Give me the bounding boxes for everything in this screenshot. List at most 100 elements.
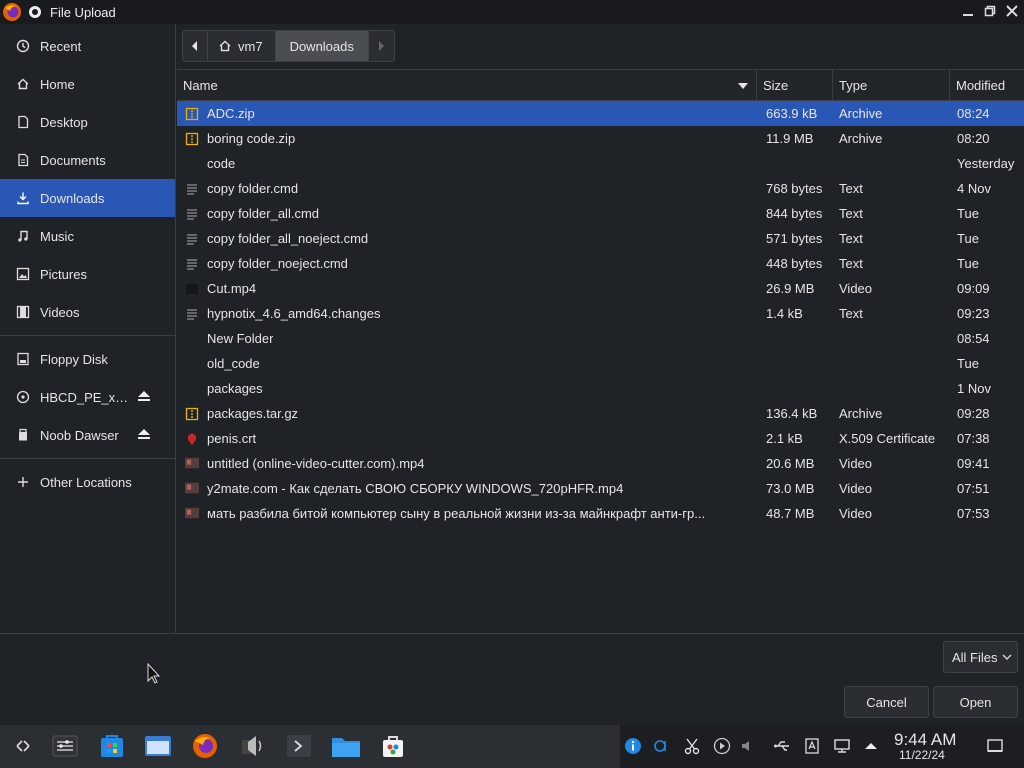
file-row[interactable]: ADC.zip 663.9 kB Archive 08:24: [177, 101, 1024, 126]
sidebar-item-desktop[interactable]: Desktop: [0, 103, 175, 141]
open-label: Open: [959, 694, 992, 710]
taskbar-firefox-button[interactable]: [190, 731, 220, 761]
file-name: penis.crt: [207, 431, 257, 446]
file-type: Archive: [839, 406, 883, 421]
tray-network-button[interactable]: [653, 737, 671, 755]
file-row[interactable]: copy folder_all.cmd 844 bytes Text Tue: [177, 201, 1024, 226]
clock-date[interactable]: 11/22/24: [899, 748, 945, 762]
sidebar-item-downloads[interactable]: Downloads: [0, 179, 175, 217]
file-type: Text: [839, 306, 863, 321]
sidebar-item-pictures[interactable]: Pictures: [0, 255, 175, 293]
file-type: Text: [839, 231, 863, 246]
clock-time[interactable]: 9:44 AM: [894, 730, 956, 750]
path-current-button[interactable]: Downloads: [275, 30, 369, 62]
firefox-icon: [3, 3, 21, 21]
column-header-type[interactable]: Type: [833, 70, 950, 100]
tray-volume-button[interactable]: [738, 737, 756, 755]
tray-screenshot-button[interactable]: [683, 737, 701, 755]
file-row[interactable]: copy folder.cmd 768 bytes Text 4 Nov: [177, 176, 1024, 201]
title-bar: File Upload: [0, 0, 1024, 24]
minimize-button[interactable]: [960, 2, 976, 20]
file-row[interactable]: packages 1 Nov: [177, 376, 1024, 401]
eject-icon[interactable]: [137, 428, 151, 440]
tray-info-button[interactable]: [624, 737, 642, 755]
file-type: Text: [839, 256, 863, 271]
file-name: hypnotix_4.6_amd64.changes: [207, 306, 381, 321]
sidebar-item-label: Noob Dawser: [40, 427, 119, 443]
file-size: 136.4 kB: [766, 406, 818, 421]
file-name-cell: copy folder_all.cmd: [177, 206, 757, 221]
taskbar-terminal-button[interactable]: [284, 731, 314, 761]
file-name-cell: Cut.mp4: [177, 281, 757, 296]
sort-down-icon: [738, 83, 748, 89]
file-name: old_code: [207, 356, 260, 371]
window-menu-icon[interactable]: [28, 5, 42, 19]
open-button[interactable]: Open: [933, 686, 1018, 718]
file-row[interactable]: packages.tar.gz 136.4 kB Archive 09:28: [177, 401, 1024, 426]
path-home-button[interactable]: vm7: [208, 30, 276, 62]
file-row[interactable]: мать разбила битой компьютер сыну в реал…: [177, 501, 1024, 526]
sidebar-item-other-locations[interactable]: Other Locations: [0, 463, 175, 501]
network-icon: [654, 740, 666, 752]
column-header-modified[interactable]: Modified: [950, 70, 1024, 100]
sidebar-item-hbcd[interactable]: HBCD_PE_x…: [0, 378, 175, 416]
column-header-size[interactable]: Size: [757, 70, 833, 100]
close-icon: [1006, 5, 1018, 17]
taskbar-store-button[interactable]: [97, 731, 127, 761]
taskbar-file-manager-button[interactable]: [143, 731, 173, 761]
file-row[interactable]: hypnotix_4.6_amd64.changes 1.4 kB Text 09:2…: [177, 301, 1024, 326]
file-size: 1.4 kB: [766, 306, 803, 321]
sidebar-item-documents[interactable]: Documents: [0, 141, 175, 179]
sidebar-item-noob-dawser[interactable]: Noob Dawser: [0, 416, 175, 454]
tray-media-button[interactable]: [713, 737, 731, 755]
back-button[interactable]: [182, 30, 208, 62]
tray-expand-button[interactable]: [862, 737, 880, 755]
file-row[interactable]: New Folder 08:54: [177, 326, 1024, 351]
sidebar-item-floppy-disk[interactable]: Floppy Disk: [0, 340, 175, 378]
file-row[interactable]: old_code Tue: [177, 351, 1024, 376]
forward-button[interactable]: [368, 30, 395, 62]
tray-usb-button[interactable]: [773, 737, 791, 755]
sidebar-item-home[interactable]: Home: [0, 65, 175, 103]
file-row[interactable]: copy folder_noeject.cmd 448 bytes Text Tue: [177, 251, 1024, 276]
text-file-icon: [185, 307, 199, 321]
file-name-cell: copy folder_noeject.cmd: [177, 256, 757, 271]
file-row[interactable]: untitled (online-video-cutter.com).mp4 20…: [177, 451, 1024, 476]
show-desktop-button[interactable]: [986, 737, 1004, 755]
file-modified: 07:51: [957, 481, 990, 496]
eject-icon[interactable]: [137, 390, 151, 402]
file-name: boring code.zip: [207, 131, 296, 146]
home-icon: [219, 40, 231, 52]
tray-clipboard-button[interactable]: [803, 737, 821, 755]
taskbar-folder-button[interactable]: [331, 731, 361, 761]
file-modified: 09:23: [957, 306, 990, 321]
taskbar-settings-button[interactable]: [50, 731, 80, 761]
file-row[interactable]: y2mate.com - Как сделать СВОЮ СБОРКУ WIN…: [177, 476, 1024, 501]
taskbar-software-center-button[interactable]: [378, 731, 408, 761]
cancel-button[interactable]: Cancel: [844, 686, 929, 718]
file-filter-select[interactable]: All Files: [943, 641, 1018, 673]
tray-display-button[interactable]: [833, 737, 851, 755]
column-header-name[interactable]: Name: [177, 70, 757, 100]
file-row[interactable]: code Yesterday: [177, 151, 1024, 176]
sidebar-item-recent[interactable]: Recent: [0, 27, 175, 65]
close-button[interactable]: [1004, 2, 1020, 20]
sidebar-item-music[interactable]: Music: [0, 217, 175, 255]
play-circle-icon: [713, 737, 731, 755]
sidebar-item-videos[interactable]: Videos: [0, 293, 175, 331]
text-file-icon: [185, 182, 199, 196]
file-row[interactable]: boring code.zip 11.9 MB Archive 08:20: [177, 126, 1024, 151]
file-name-cell: packages.tar.gz: [177, 406, 757, 421]
store-icon: [101, 735, 123, 757]
taskbar-audio-button[interactable]: [238, 731, 268, 761]
certificate-icon: [185, 432, 199, 446]
maximize-button[interactable]: [982, 2, 998, 20]
taskbar-overview-button[interactable]: [8, 731, 38, 761]
cancel-label: Cancel: [866, 694, 907, 710]
settings-icon: [52, 735, 78, 757]
file-name-cell: copy folder_all_noeject.cmd: [177, 231, 757, 246]
file-row[interactable]: copy folder_all_noeject.cmd 571 bytes Text…: [177, 226, 1024, 251]
file-row[interactable]: penis.crt 2.1 kB X.509 Certificate 07:38: [177, 426, 1024, 451]
file-row[interactable]: Cut.mp4 26.9 MB Video 09:09: [177, 276, 1024, 301]
file-modified: 09:41: [957, 456, 990, 471]
